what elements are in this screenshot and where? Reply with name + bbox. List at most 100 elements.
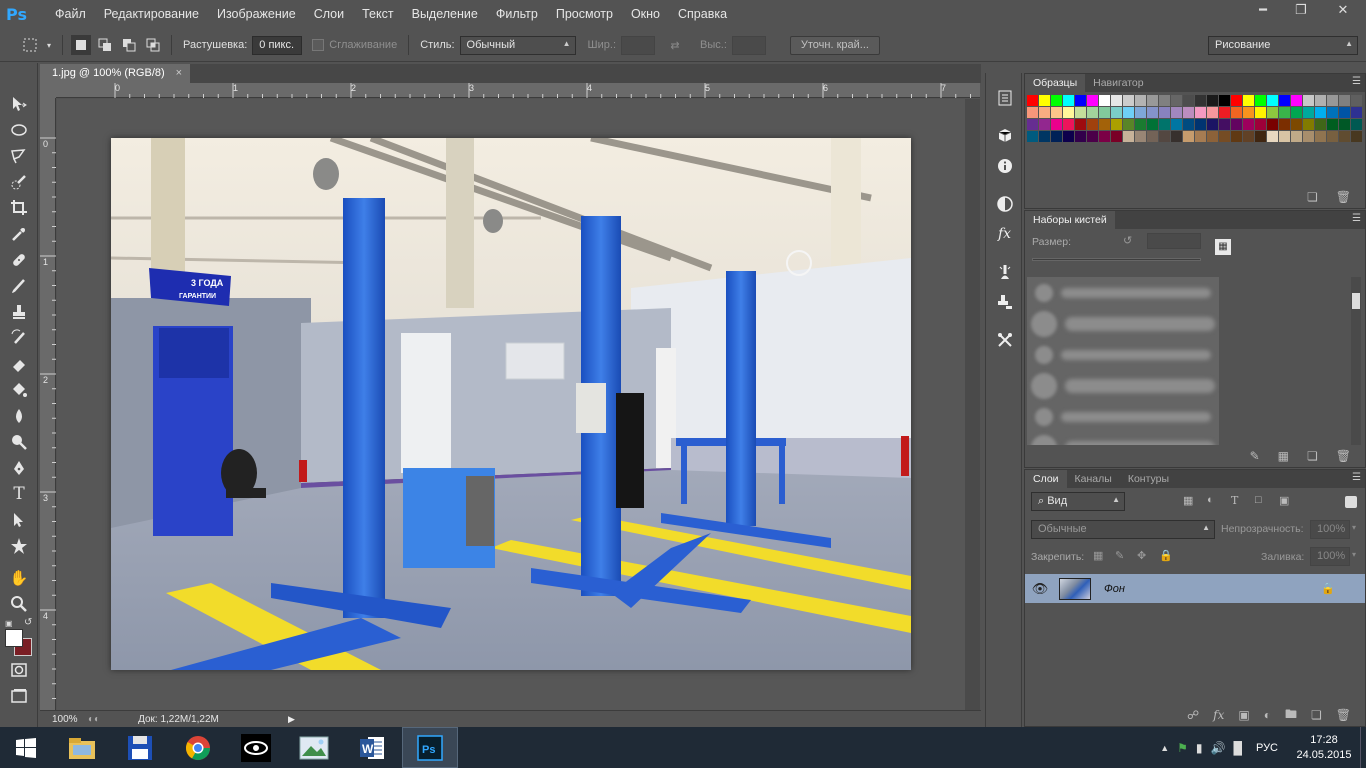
lock-position-icon[interactable]: ✥ — [1137, 549, 1146, 562]
grid-view-icon[interactable]: ▦ — [1278, 449, 1289, 463]
color-swatch[interactable] — [1147, 107, 1158, 118]
height-input[interactable] — [731, 35, 766, 55]
volume-icon[interactable]: 🔊 — [1211, 741, 1226, 755]
color-swatch[interactable] — [1039, 119, 1050, 130]
new-swatch-icon[interactable]: ❏ — [1307, 190, 1318, 204]
color-swatch[interactable] — [1075, 95, 1086, 106]
color-swatch[interactable] — [1135, 131, 1146, 142]
new-selection-icon[interactable] — [71, 35, 91, 55]
brush-list-scrollbar[interactable] — [1351, 277, 1361, 445]
vertical-scrollbar[interactable] — [965, 99, 980, 710]
color-swatch[interactable] — [1291, 107, 1302, 118]
word-icon[interactable]: W — [344, 727, 400, 768]
add-to-selection-icon[interactable] — [95, 35, 115, 55]
foreground-color[interactable] — [5, 629, 23, 647]
color-swatch[interactable] — [1123, 95, 1134, 106]
color-swatch[interactable] — [1291, 119, 1302, 130]
color-swatch[interactable] — [1087, 131, 1098, 142]
lock-all-icon[interactable]: 🔒 — [1159, 549, 1173, 562]
show-hidden-icons-icon[interactable]: ▲ — [1160, 743, 1169, 753]
file-explorer-icon[interactable] — [54, 727, 110, 768]
eyedropper-icon[interactable] — [0, 221, 38, 247]
document-tab[interactable]: 1.jpg @ 100% (RGB/8) × — [40, 64, 190, 83]
feather-input[interactable]: 0 пикс. — [252, 35, 303, 55]
color-swatch[interactable] — [1267, 131, 1278, 142]
brush-panel-toggle-icon[interactable]: ▦ — [1215, 239, 1231, 255]
workspace-select[interactable]: Рисование ▲ — [1208, 35, 1358, 55]
color-swatch[interactable] — [1255, 131, 1266, 142]
color-swatch[interactable] — [1027, 131, 1038, 142]
history-brush-icon[interactable] — [0, 325, 38, 351]
color-swatch[interactable] — [1075, 131, 1086, 142]
filter-shape-icon[interactable]: □ — [1255, 494, 1262, 506]
color-swatch[interactable] — [1123, 107, 1134, 118]
quick-selection-icon[interactable] — [0, 169, 38, 195]
brush-preset[interactable] — [1027, 401, 1219, 432]
filter-toggle-icon[interactable] — [1345, 496, 1357, 508]
eye-icon[interactable]: 👁 — [1025, 581, 1055, 597]
color-swatch[interactable] — [1183, 119, 1194, 130]
color-swatch[interactable] — [1303, 95, 1314, 106]
photoshop-icon[interactable]: Ps — [402, 727, 458, 768]
history-icon[interactable] — [986, 83, 1023, 113]
color-swatch[interactable] — [1183, 95, 1194, 106]
color-swatch[interactable] — [1111, 119, 1122, 130]
image-viewer-icon[interactable] — [286, 727, 342, 768]
blend-mode-select[interactable]: Обычные ▲ — [1031, 520, 1215, 539]
color-swatch[interactable] — [1087, 95, 1098, 106]
doc-info-icon[interactable]: ◐◐ — [88, 714, 100, 725]
fill-input[interactable]: 100% — [1310, 547, 1350, 566]
ruler-corner[interactable] — [40, 83, 56, 98]
3d-cube-icon[interactable] — [986, 121, 1023, 151]
brush-preset[interactable] — [1027, 432, 1219, 445]
color-swatch[interactable] — [1075, 107, 1086, 118]
hand-icon[interactable]: ✋ — [0, 565, 38, 591]
layer-style-fx-icon[interactable]: fx — [1213, 708, 1224, 722]
color-swatch[interactable] — [1207, 95, 1218, 106]
color-swatch[interactable] — [1135, 95, 1146, 106]
layer-row-background[interactable]: 👁 Фон 🔒 — [1025, 574, 1365, 603]
color-swatch[interactable] — [1171, 131, 1182, 142]
color-swatch[interactable] — [1099, 95, 1110, 106]
color-swatch[interactable] — [1207, 131, 1218, 142]
swap-colors-icon[interactable]: ↺ — [24, 617, 32, 628]
reset-size-icon[interactable]: ↺ — [1123, 234, 1132, 247]
chevron-down-icon[interactable]: ▾ — [44, 35, 54, 55]
move-tool-icon[interactable] — [0, 91, 38, 117]
color-swatch[interactable] — [1243, 131, 1254, 142]
default-colors-icon[interactable]: ▣ — [5, 619, 13, 628]
ruler-horizontal[interactable]: 0 1 2 3 4 5 6 7 — [56, 83, 980, 98]
elliptical-marquee-icon[interactable] — [0, 117, 38, 143]
tab-navigator[interactable]: Навигатор — [1085, 74, 1151, 92]
brush-size-input[interactable] — [1147, 233, 1201, 249]
color-swatch[interactable] — [1243, 95, 1254, 106]
minimize-icon[interactable]: ━ — [1244, 0, 1282, 20]
type-icon[interactable]: T — [0, 481, 38, 507]
clock[interactable]: 17:28 24.05.2015 — [1288, 733, 1360, 763]
color-swatch[interactable] — [1183, 107, 1194, 118]
color-swatch[interactable] — [1159, 107, 1170, 118]
color-swatch[interactable] — [1267, 107, 1278, 118]
scroll-thumb[interactable] — [1352, 293, 1360, 309]
color-swatch[interactable] — [1159, 119, 1170, 130]
close-icon[interactable]: ✕ — [1320, 0, 1366, 20]
color-swatch[interactable] — [1075, 119, 1086, 130]
color-swatch[interactable] — [1315, 131, 1326, 142]
color-swatch[interactable] — [1255, 119, 1266, 130]
color-swatch[interactable] — [1027, 107, 1038, 118]
paint-bucket-icon[interactable] — [0, 377, 38, 403]
color-swatch[interactable] — [1339, 95, 1350, 106]
color-swatch[interactable] — [1243, 119, 1254, 130]
screen-mode-icon[interactable] — [0, 683, 38, 709]
adjustments-icon[interactable] — [986, 189, 1023, 219]
menu-image[interactable]: Изображение — [208, 0, 305, 29]
color-swatch[interactable] — [1039, 131, 1050, 142]
restore-icon[interactable]: ❐ — [1282, 0, 1320, 20]
menu-edit[interactable]: Редактирование — [95, 0, 208, 29]
quick-mask-icon[interactable] — [0, 657, 38, 683]
color-swatch[interactable] — [1351, 95, 1362, 106]
color-swatch[interactable] — [1063, 107, 1074, 118]
link-layers-icon[interactable]: ☍ — [1187, 708, 1199, 722]
eraser-icon[interactable] — [0, 351, 38, 377]
color-swatch[interactable] — [1315, 119, 1326, 130]
